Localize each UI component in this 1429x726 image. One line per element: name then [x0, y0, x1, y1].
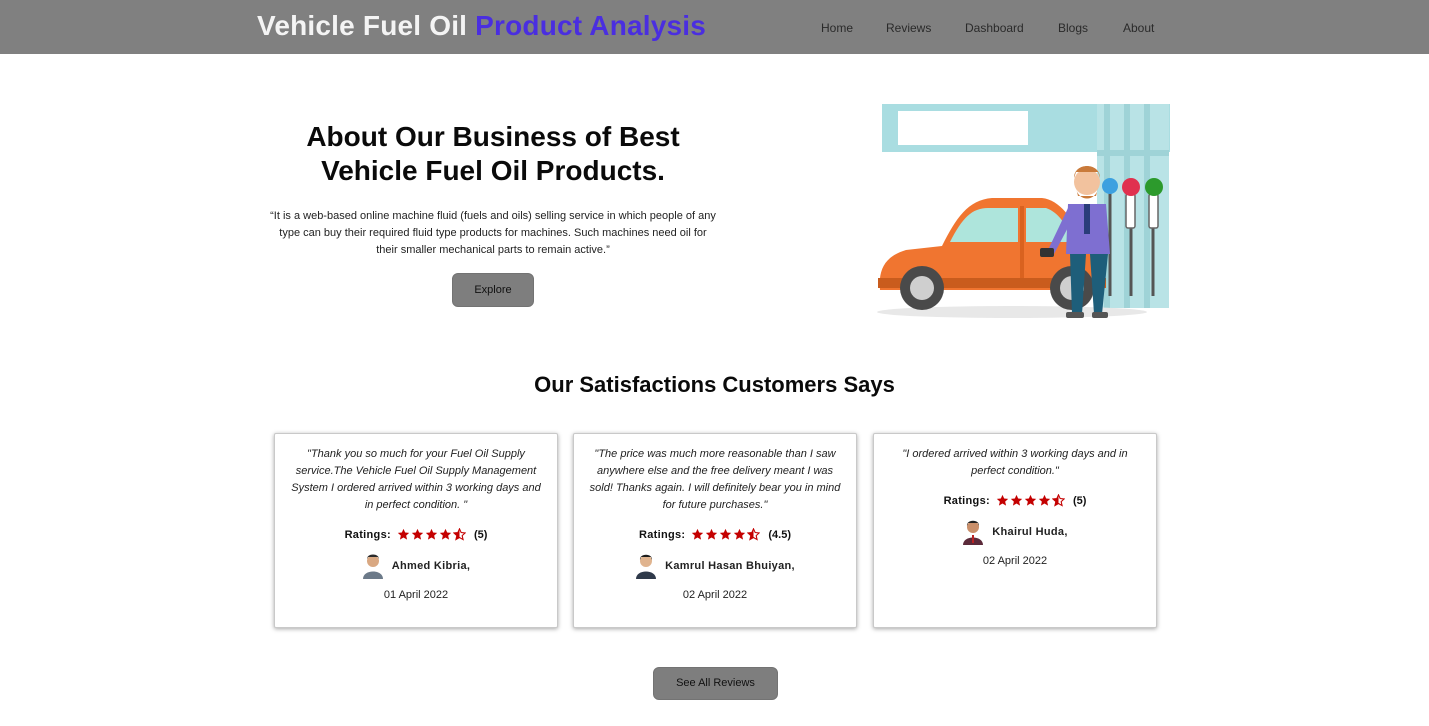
star-full-icon — [692, 528, 704, 540]
explore-button[interactable]: Explore — [452, 273, 534, 307]
star-full-icon — [1038, 494, 1051, 506]
review-quote: "I ordered arrived within 3 working days… — [902, 448, 1128, 477]
avatar — [963, 520, 984, 545]
star-rating — [397, 528, 466, 541]
review-card: "Thank you so much for your Fuel Oil Sup… — [274, 433, 558, 628]
star-full-icon — [1010, 494, 1023, 506]
star-half-icon — [747, 528, 761, 541]
nav-blogs-link[interactable]: Blogs — [1058, 21, 1088, 35]
review-quote: "Thank you so much for your Fuel Oil Sup… — [291, 448, 541, 511]
star-full-icon — [720, 528, 732, 540]
nav-menu: Home Reviews Dashboard Blogs About — [0, 21, 1429, 37]
star-full-icon — [734, 528, 746, 540]
rating-value: (4.5) — [768, 528, 792, 541]
star-full-icon — [439, 528, 452, 540]
ratings-label: Ratings: — [638, 528, 686, 541]
star-rating — [691, 528, 761, 541]
review-card: "The price was much more reasonable than… — [573, 433, 857, 628]
avatar — [362, 554, 383, 579]
see-all-reviews-button[interactable]: See All Reviews — [653, 667, 778, 700]
review-date: 02 April 2022 — [982, 555, 1048, 567]
review-date: 01 April 2022 — [383, 589, 449, 601]
nav-home-link[interactable]: Home — [821, 21, 853, 35]
review-quote: "The price was much more reasonable than… — [589, 448, 841, 511]
star-full-icon — [411, 528, 424, 540]
nav-reviews-link[interactable]: Reviews — [886, 21, 931, 35]
author-name: Ahmed Kibria, — [391, 560, 471, 572]
nav-dashboard-link[interactable]: Dashboard — [965, 21, 1024, 35]
star-rating — [996, 494, 1065, 507]
star-full-icon — [706, 528, 718, 540]
star-half-icon — [1051, 494, 1065, 507]
hero-section: About Our Business of Best Vehicle Fuel … — [268, 120, 718, 259]
hero-description: “It is a web-based online machine fluid … — [270, 210, 716, 256]
review-author: Khairul Huda, — [886, 519, 1144, 545]
star-full-icon — [1024, 494, 1037, 506]
star-full-icon — [996, 494, 1009, 506]
review-card: "I ordered arrived within 3 working days… — [873, 433, 1157, 628]
review-author: Kamrul Hasan Bhuiyan, — [586, 553, 844, 579]
star-full-icon — [425, 528, 438, 540]
rating-row: Ratings: (4.5) — [586, 528, 844, 541]
avatar — [636, 554, 657, 579]
fuel-station-car-illustration — [877, 104, 1170, 318]
star-full-icon — [397, 528, 410, 540]
rating-row: Ratings: (5) — [287, 528, 545, 541]
rating-value: (5) — [1072, 494, 1087, 507]
nav-about-link[interactable]: About — [1123, 21, 1154, 35]
reviews-section-title: Our Satisfactions Customers Says — [534, 372, 895, 397]
ratings-label: Ratings: — [943, 494, 990, 507]
review-date: 02 April 2022 — [682, 589, 748, 601]
ratings-label: Ratings: — [344, 528, 391, 541]
hero-title-line2: Vehicle Fuel Oil Products. — [321, 155, 665, 186]
author-name: Kamrul Hasan Bhuiyan, — [665, 560, 795, 572]
hero-title: About Our Business of Best Vehicle Fuel … — [268, 120, 718, 188]
top-navbar: Vehicle Fuel Oil Product Analysis Home R… — [0, 0, 1429, 54]
hero-title-line1: About Our Business of Best — [306, 121, 680, 152]
author-name: Khairul Huda, — [992, 526, 1068, 538]
rating-value: (5) — [473, 528, 488, 541]
rating-row: Ratings: (5) — [886, 494, 1144, 507]
review-author: Ahmed Kibria, — [287, 553, 545, 579]
star-half-icon — [452, 528, 466, 541]
